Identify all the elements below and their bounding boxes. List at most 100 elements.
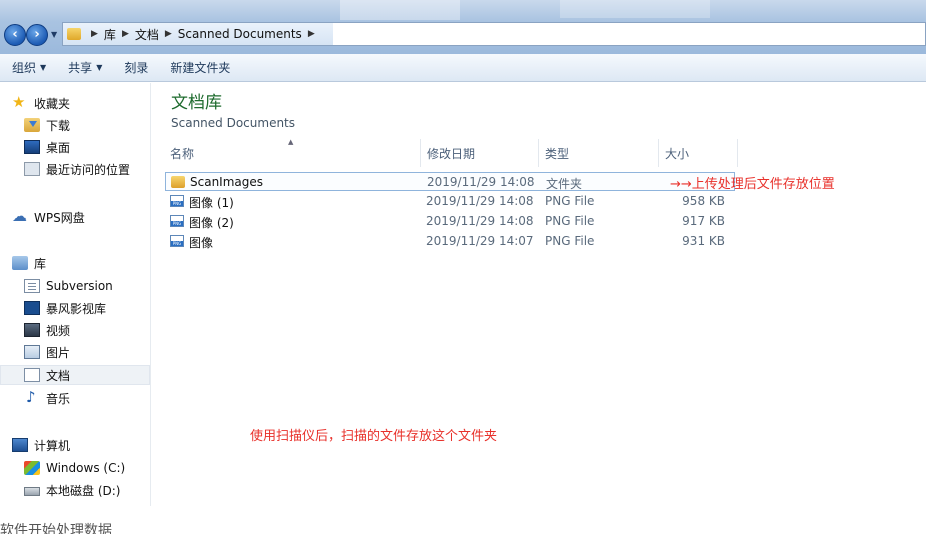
column-header-size[interactable]: 大小 xyxy=(665,139,735,167)
sidebar-item-label: 视频 xyxy=(46,323,71,338)
windows-drive-icon xyxy=(24,461,40,475)
glass-highlight xyxy=(560,0,710,18)
pictures-icon xyxy=(24,345,40,359)
png-file-icon xyxy=(170,235,184,247)
sidebar-item-subversion[interactable]: Subversion xyxy=(24,276,113,296)
sidebar-item-downloads[interactable]: 下载 xyxy=(24,115,70,135)
chevron-down-icon: ▼ xyxy=(96,63,103,72)
sidebar-item-libraries[interactable]: 库 xyxy=(12,253,46,273)
file-date: 2019/11/29 14:08 xyxy=(427,175,535,189)
file-size: 917 KB xyxy=(682,214,725,228)
chevron-down-icon: ▼ xyxy=(40,63,47,72)
breadcrumb-scanned-documents[interactable]: Scanned Documents xyxy=(178,27,302,41)
file-name: 图像 xyxy=(189,236,214,250)
column-separator[interactable] xyxy=(538,139,539,167)
sidebar-item-label: 本地磁盘 (D:) xyxy=(46,483,121,498)
storm-video-icon xyxy=(24,301,40,315)
column-separator[interactable] xyxy=(420,139,421,167)
explorer-window: ‹ › ▼ ▶ 库 ▶ 文档 ▶ Scanned Documents ▶ 组织 … xyxy=(0,0,926,506)
sidebar-item-label: 音乐 xyxy=(46,391,71,406)
sidebar-item-videos[interactable]: 视频 xyxy=(24,320,70,340)
column-header-date[interactable]: 修改日期 xyxy=(427,139,537,167)
sidebar-item-label: 最近访问的位置 xyxy=(46,162,131,177)
command-bar: 组织 ▼ 共享 ▼ 刻录 新建文件夹 xyxy=(0,54,926,82)
file-size: 958 KB xyxy=(682,194,725,208)
star-icon xyxy=(12,93,28,111)
navigation-pane: 收藏夹 下载 桌面 最近访问的位置 WPS网盘 库 Subversion 暴风 xyxy=(0,83,150,506)
sidebar-item-documents[interactable]: 文档 xyxy=(0,365,150,385)
sidebar-item-label: Windows (C:) xyxy=(46,461,126,475)
file-date: 2019/11/29 14:08 xyxy=(426,214,534,228)
file-name: ScanImages xyxy=(190,175,264,189)
sidebar-item-label: 收藏夹 xyxy=(34,96,71,111)
file-size: 931 KB xyxy=(682,234,725,248)
sidebar-item-label: Subversion xyxy=(46,279,113,293)
sidebar-item-desktop[interactable]: 桌面 xyxy=(24,137,70,157)
sidebar-item-drive-d[interactable]: 本地磁盘 (D:) xyxy=(24,480,120,500)
breadcrumb-separator-icon[interactable]: ▶ xyxy=(122,29,129,39)
desktop-icon xyxy=(24,140,40,154)
folder-icon xyxy=(171,176,185,188)
file-row-image-2[interactable]: 图像 (2) 2019/11/29 14:08 PNG File 917 KB xyxy=(165,212,735,231)
sidebar-item-storm[interactable]: 暴风影视库 xyxy=(24,298,106,318)
downloads-folder-icon xyxy=(24,118,40,132)
file-type: 文件夹 xyxy=(546,177,583,191)
column-separator[interactable] xyxy=(737,139,738,167)
column-separator[interactable] xyxy=(658,139,659,167)
sidebar-item-wps[interactable]: WPS网盘 xyxy=(12,207,85,227)
forward-button[interactable]: › xyxy=(26,24,48,46)
sidebar-item-label: 文档 xyxy=(46,368,71,383)
sidebar-item-favorites[interactable]: 收藏夹 xyxy=(12,93,70,113)
column-header-name[interactable]: 名称 xyxy=(170,139,420,167)
page-bottom-text: 软件开始处理数据 xyxy=(0,523,112,534)
pane-divider[interactable] xyxy=(150,83,151,506)
breadcrumb-documents[interactable]: 文档 xyxy=(135,26,159,43)
breadcrumb-separator-icon[interactable]: ▶ xyxy=(308,29,315,39)
hard-disk-icon xyxy=(24,487,40,496)
document-icon xyxy=(24,279,40,293)
file-name: 图像 (2) xyxy=(189,216,234,230)
new-folder-button[interactable]: 新建文件夹 xyxy=(170,59,230,76)
burn-button[interactable]: 刻录 xyxy=(124,59,148,76)
breadcrumb-separator-icon[interactable]: ▶ xyxy=(165,29,172,39)
breadcrumb-separator-icon[interactable]: ▶ xyxy=(91,29,98,39)
share-button[interactable]: 共享 ▼ xyxy=(68,59,102,76)
file-row-scanimages[interactable]: ScanImages 2019/11/29 14:08 文件夹 xyxy=(165,172,735,191)
breadcrumb-library[interactable]: 库 xyxy=(104,26,116,43)
column-header-type[interactable]: 类型 xyxy=(545,139,655,167)
sidebar-item-recent[interactable]: 最近访问的位置 xyxy=(24,159,130,179)
address-strip: ‹ › ▼ ▶ 库 ▶ 文档 ▶ Scanned Documents ▶ xyxy=(0,0,926,54)
library-title: 文档库 xyxy=(171,93,222,113)
organize-button[interactable]: 组织 ▼ xyxy=(12,59,46,76)
folder-icon xyxy=(67,28,81,40)
recent-pages-dropdown-icon[interactable]: ▼ xyxy=(51,30,57,39)
file-type: PNG File xyxy=(545,234,595,248)
music-note-icon xyxy=(24,388,40,406)
sidebar-item-label: 图片 xyxy=(46,345,71,360)
file-row-image-1[interactable]: 图像 (1) 2019/11/29 14:08 PNG File 958 KB xyxy=(165,192,735,211)
sidebar-item-label: WPS网盘 xyxy=(34,210,85,225)
file-date: 2019/11/29 14:08 xyxy=(426,194,534,208)
file-type: PNG File xyxy=(545,194,595,208)
cloud-icon xyxy=(12,207,28,225)
computer-icon xyxy=(12,438,28,452)
sidebar-item-drive-c[interactable]: Windows (C:) xyxy=(24,458,125,478)
png-file-icon xyxy=(170,215,184,227)
share-label: 共享 xyxy=(68,61,93,75)
sidebar-item-music[interactable]: 音乐 xyxy=(24,388,70,408)
png-file-icon xyxy=(170,195,184,207)
sidebar-item-label: 桌面 xyxy=(46,140,71,155)
address-bar[interactable]: ▶ 库 ▶ 文档 ▶ Scanned Documents ▶ xyxy=(62,22,926,46)
file-type: PNG File xyxy=(545,214,595,228)
burn-label: 刻录 xyxy=(124,61,149,75)
glass-highlight xyxy=(340,0,460,20)
file-name: 图像 (1) xyxy=(189,196,234,210)
sidebar-item-computer[interactable]: 计算机 xyxy=(12,435,70,455)
back-button[interactable]: ‹ xyxy=(4,24,26,46)
scan-annotation: 使用扫描仪后，扫描的文件存放这个文件夹 xyxy=(250,429,498,444)
file-row-image[interactable]: 图像 2019/11/29 14:07 PNG File 931 KB xyxy=(165,232,735,251)
library-subtitle: Scanned Documents xyxy=(171,116,296,130)
library-icon xyxy=(12,256,28,270)
documents-icon xyxy=(24,368,40,382)
sidebar-item-pictures[interactable]: 图片 xyxy=(24,342,70,362)
